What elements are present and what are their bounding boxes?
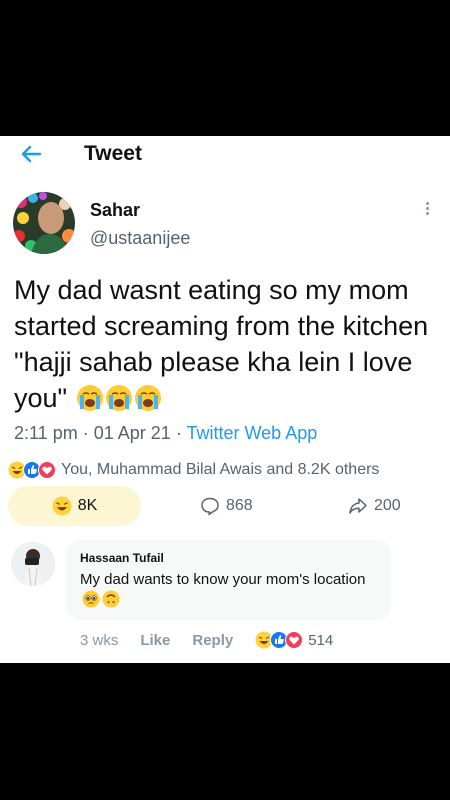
tweet-date: 01 Apr 21 (93, 423, 171, 443)
reply-author-name[interactable]: Hassaan Tufail (80, 551, 377, 565)
meta-separator: · (175, 423, 182, 443)
header-bar: Tweet (0, 136, 450, 172)
love-reaction-icon (38, 461, 56, 479)
author-handle[interactable]: @ustaanijee (90, 228, 190, 249)
upside-down-face-icon (102, 590, 120, 608)
loudly-crying-face-icon (134, 384, 162, 412)
loudly-crying-face-icon (105, 384, 133, 412)
love-reaction-icon (285, 631, 304, 649)
tweet-source-link[interactable]: Twitter Web App (187, 423, 318, 443)
bottom-letterbox (0, 663, 450, 800)
reply-button[interactable]: 868 (200, 496, 253, 516)
author-name[interactable]: Sahar (90, 200, 140, 221)
back-button[interactable] (18, 141, 44, 167)
tweet-text: My dad wasnt eating so my mom started sc… (14, 272, 439, 416)
tweet-meta: 2:11 pm · 01 Apr 21 · Twitter Web App (14, 423, 317, 444)
more-dot (425, 202, 429, 205)
more-options-button[interactable] (420, 200, 434, 220)
meta-separator: · (82, 423, 89, 443)
laugh-reaction-button[interactable]: 8K (8, 486, 141, 526)
reply-like-button[interactable]: Like (140, 632, 170, 649)
reply-bubble: Hassaan Tufail My dad wants to know your… (66, 540, 391, 620)
loudly-crying-face-icon (76, 384, 104, 412)
reactions-text[interactable]: You, Muhammad Bilal Awais and 8.2K other… (61, 461, 379, 479)
reply-count: 868 (226, 497, 253, 514)
reply-meta: 3 wks Like Reply 514 (80, 630, 333, 650)
reply-author-avatar[interactable] (11, 542, 55, 586)
share-count: 200 (374, 497, 401, 514)
reactions-summary[interactable]: You, Muhammad Bilal Awais and 8.2K other… (8, 459, 379, 481)
tweet-detail-card: Tweet Sahar @ustaanijee My dad wasnt eat… (0, 136, 450, 663)
reply-body: My dad wants to know your mom's location (80, 571, 366, 588)
more-dot (425, 207, 429, 210)
comment-icon (201, 497, 219, 516)
pleading-face-icon (82, 590, 100, 608)
reply-reply-button[interactable]: Reply (192, 632, 233, 649)
share-arrow-icon (349, 498, 367, 514)
reply-reaction-count[interactable]: 514 (308, 632, 333, 649)
author-avatar[interactable] (13, 192, 75, 254)
tweet-time: 2:11 pm (14, 423, 78, 443)
back-arrow-icon (21, 145, 42, 163)
laugh-emoji-icon (52, 496, 72, 516)
more-dot (425, 212, 429, 215)
reply-text: My dad wants to know your mom's location (80, 569, 377, 611)
laugh-count: 8K (77, 497, 98, 514)
page-title: Tweet (84, 142, 142, 165)
share-button[interactable]: 200 (348, 496, 401, 516)
reply-time: 3 wks (80, 631, 119, 649)
action-bar: 8K 868 200 (0, 486, 450, 526)
